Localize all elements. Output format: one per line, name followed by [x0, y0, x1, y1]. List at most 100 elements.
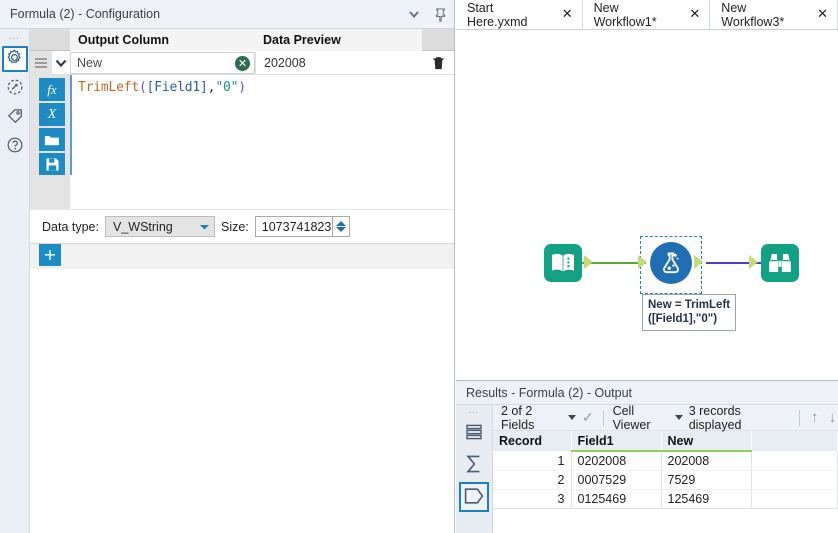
results-main: 2 of 2 Fields ✓ Cell Viewer 3 records di…	[493, 403, 838, 533]
tab-new-workflow3[interactable]: New Workflow3* ✕	[710, 0, 838, 29]
cell-new: 202008	[661, 451, 752, 471]
browse-tool[interactable]	[749, 244, 799, 282]
sidebar-item-tool-tags[interactable]	[2, 104, 28, 130]
stepper-up-icon[interactable]	[335, 221, 346, 226]
input-port[interactable]	[749, 255, 758, 269]
close-icon[interactable]: ✕	[562, 8, 573, 21]
column-header-field1[interactable]: Field1	[571, 431, 662, 452]
arrow-circle-icon	[6, 78, 24, 99]
data-type-value: V_WString	[112, 219, 173, 234]
open-folder-icon[interactable]	[39, 128, 65, 151]
records-displayed-label: 3 records displayed	[688, 403, 742, 432]
add-formula-button[interactable]: +	[39, 244, 61, 266]
sidebar-item-annotation[interactable]	[2, 75, 28, 101]
formula-token-close-paren: )	[238, 80, 246, 95]
cell-filler	[751, 451, 838, 471]
table-row[interactable]: New ✕ 202008	[30, 50, 454, 75]
drag-handle-icon[interactable]	[30, 50, 52, 75]
formula-tool[interactable]	[638, 242, 703, 284]
cell-filler	[751, 470, 838, 490]
records-icon	[464, 422, 484, 445]
configuration-panel: Formula (2) - Configuration … Output Col…	[0, 0, 455, 533]
gear-icon	[6, 49, 23, 69]
cell-new: 125469	[661, 489, 752, 509]
results-rail-records[interactable]	[459, 418, 489, 448]
tab-new-workflow1[interactable]: New Workflow1* ✕	[582, 0, 711, 29]
size-label: Size:	[220, 219, 249, 234]
table-row[interactable]: 2 0007529 7529	[493, 470, 838, 490]
book-icon	[544, 244, 582, 282]
help-icon	[6, 136, 24, 157]
configuration-body: Output Column Data Preview New ✕ 202008	[30, 28, 454, 533]
configuration-empty-area	[30, 269, 454, 499]
results-rail-metadata[interactable]	[459, 482, 489, 512]
output-port[interactable]	[584, 255, 593, 269]
results-body: … 2 of 2 Fields ✓ Cell Viewer 3 records …	[456, 403, 838, 533]
configuration-rail: …	[0, 29, 30, 533]
fx-icon[interactable]: fx	[39, 78, 65, 101]
cell-field1: 0125469	[571, 489, 662, 509]
close-icon[interactable]: ✕	[817, 8, 828, 21]
clear-circle-icon[interactable]: ✕	[235, 55, 250, 71]
results-toolbar: 2 of 2 Fields ✓ Cell Viewer 3 records di…	[493, 403, 838, 432]
input-data-tool[interactable]	[544, 244, 593, 282]
alteryx-designer-window: Formula (2) - Configuration … Output Col…	[0, 0, 838, 533]
fields-label: 2 of 2 Fields	[501, 403, 535, 432]
results-rail: …	[456, 405, 493, 533]
close-icon[interactable]: ✕	[689, 8, 700, 21]
arrow-up-icon[interactable]: ↑	[809, 409, 821, 426]
output-column-input[interactable]: New ✕	[70, 51, 255, 74]
results-panel: Results - Formula (2) - Output … 2 of 2 …	[456, 380, 838, 533]
data-type-select[interactable]: V_WString	[104, 216, 215, 237]
formula-expression[interactable]: TrimLeft([Field1],"0")	[70, 75, 454, 175]
results-rail-summary[interactable]	[459, 450, 489, 480]
cell-field1: 0202008	[571, 451, 662, 471]
table-row[interactable]: 1 0202008 202008	[493, 451, 838, 471]
column-header-record[interactable]: Record	[493, 431, 572, 451]
trash-icon[interactable]	[422, 55, 454, 71]
chevron-down-icon	[674, 415, 683, 420]
configuration-title-bar: Formula (2) - Configuration	[0, 0, 454, 29]
chevron-down-icon[interactable]	[52, 56, 70, 70]
cell-field1: 0007529	[571, 470, 662, 490]
size-input[interactable]: 1073741823	[254, 216, 333, 237]
results-rail-drag-dots[interactable]: …	[456, 406, 492, 416]
workflow-canvas[interactable]: New = TrimLeft ([Field1],"0")	[456, 30, 838, 380]
chevron-down-icon	[567, 415, 576, 420]
column-header-output-column: Output Column	[70, 28, 255, 51]
variable-x-icon[interactable]: X	[39, 103, 65, 126]
chevron-down-icon	[199, 220, 210, 234]
output-port[interactable]	[694, 255, 703, 269]
flask-icon	[650, 242, 692, 284]
metadata-icon	[463, 486, 485, 509]
fields-selector[interactable]: 2 of 2 Fields	[501, 404, 576, 432]
checkmark-icon[interactable]: ✓	[582, 409, 594, 426]
formula-token-open-paren: (	[139, 80, 147, 95]
tag-icon	[6, 107, 24, 128]
cell-viewer-selector[interactable]: Cell Viewer	[613, 404, 683, 432]
rail-drag-dots[interactable]: …	[0, 31, 29, 43]
formula-annotation[interactable]: New = TrimLeft ([Field1],"0")	[642, 294, 737, 331]
annotation-line-1: New = TrimLeft	[648, 299, 731, 311]
tab-label: New Workflow1*	[593, 0, 657, 29]
table-row[interactable]: 3 0125469 125469	[493, 489, 838, 509]
column-header-new[interactable]: New	[661, 431, 752, 452]
workflow-pane: Start Here.yxmd ✕ New Workflow1* ✕ New W…	[456, 0, 838, 533]
size-value: 1073741823	[261, 219, 332, 234]
workflow-tab-bar: Start Here.yxmd ✕ New Workflow1* ✕ New W…	[456, 0, 838, 30]
formula-token-field: [Field1]	[146, 80, 208, 95]
stepper-down-icon[interactable]	[335, 227, 346, 232]
tab-start-here[interactable]: Start Here.yxmd ✕	[456, 0, 583, 29]
column-header-filler	[751, 431, 838, 451]
sidebar-item-configuration[interactable]	[1, 46, 28, 72]
quantity-stepper[interactable]	[332, 216, 350, 237]
chevron-down-icon[interactable]	[406, 6, 422, 22]
arrow-down-icon[interactable]: ↓	[827, 409, 838, 426]
input-port[interactable]	[638, 255, 647, 269]
sidebar-item-help[interactable]	[2, 133, 28, 159]
pushpin-icon[interactable]	[432, 6, 448, 22]
data-preview-value: 202008	[255, 51, 422, 74]
cell-record: 1	[493, 451, 572, 471]
save-disk-icon[interactable]	[39, 153, 65, 176]
formula-editor[interactable]: fx X TrimLeft([Field1],"0")	[30, 75, 454, 176]
